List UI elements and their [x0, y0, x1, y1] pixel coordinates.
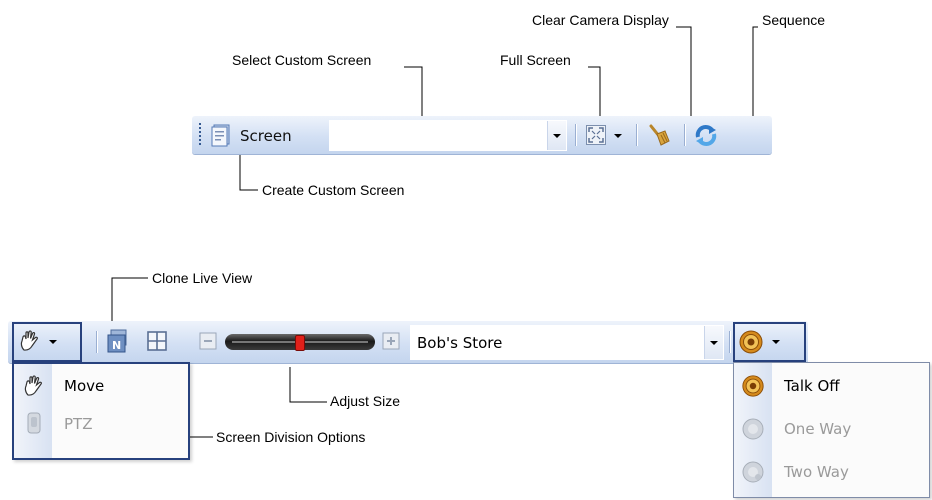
toolbar-grip[interactable]: [199, 123, 202, 147]
menu-item-label: One Way: [784, 420, 852, 438]
separator: [684, 124, 686, 146]
document-icon: [211, 124, 230, 147]
custom-screen-dropdown-button[interactable]: [547, 121, 566, 150]
store-dropdown-button[interactable]: [704, 326, 723, 359]
talk-frame: [733, 322, 806, 362]
callout-create-custom-screen: Create Custom Screen: [262, 182, 405, 198]
menu-item-move[interactable]: Move: [14, 368, 188, 404]
callout-full-screen: Full Screen: [500, 52, 571, 68]
menu-item-ptz[interactable]: PTZ: [14, 406, 188, 442]
zoom-in-button[interactable]: [382, 332, 400, 355]
ptz-camera-icon: [27, 412, 41, 434]
minus-icon: [199, 332, 217, 350]
toolbar-reference-figure: { "callouts": { "select_custom_screen": …: [0, 0, 932, 500]
store-select[interactable]: Bob's Store: [410, 325, 724, 360]
separator: [636, 124, 638, 146]
size-slider[interactable]: [224, 332, 376, 352]
menu-item-two-way[interactable]: Two Way: [734, 454, 929, 490]
menu-item-one-way[interactable]: One Way: [734, 411, 929, 447]
separator: [575, 124, 577, 146]
menu-item-label: Move: [64, 377, 105, 395]
grid-icon: [147, 331, 167, 351]
one-way-talk-icon: [742, 418, 764, 440]
chevron-down-icon: [710, 341, 718, 345]
menu-item-label: Talk Off: [784, 377, 840, 395]
zoom-out-button[interactable]: [199, 332, 217, 355]
talk-menu: Talk Off One Way Two Way: [733, 362, 930, 498]
broom-icon: [649, 124, 670, 146]
create-custom-screen-button[interactable]: [210, 123, 234, 152]
full-screen-button[interactable]: [585, 124, 607, 151]
separator: [96, 331, 98, 353]
callout-clear-camera-display: Clear Camera Display: [532, 12, 669, 28]
sequence-refresh-icon: [695, 125, 717, 146]
callout-clone-live-view: Clone Live View: [152, 270, 253, 286]
callout-select-custom-screen: Select Custom Screen: [232, 52, 372, 68]
fullscreen-icon: [586, 125, 606, 145]
menu-item-label: Two Way: [784, 463, 849, 481]
chevron-down-icon: [553, 134, 561, 138]
menu-item-talk-off[interactable]: Talk Off: [734, 368, 929, 404]
screen-toolbar: Screen: [192, 116, 772, 154]
two-way-talk-icon: [742, 461, 764, 483]
callout-sequence: Sequence: [762, 12, 826, 28]
clone-live-view-button[interactable]: N: [104, 328, 130, 359]
store-select-value: Bob's Store: [417, 334, 503, 352]
hand-icon: [24, 375, 42, 396]
screen-label: Screen: [240, 127, 292, 145]
separator: [729, 331, 731, 353]
clear-camera-display-button[interactable]: [646, 122, 672, 153]
speaker-icon: [742, 375, 764, 397]
plus-icon: [382, 332, 400, 350]
chevron-down-icon: [614, 134, 622, 138]
full-screen-dropdown[interactable]: [612, 124, 624, 146]
live-view-toolbar: N Bob's Store: [8, 321, 808, 363]
hand-mode-frame: [12, 322, 82, 362]
sequence-button[interactable]: [693, 123, 719, 152]
mode-menu: Move PTZ: [12, 362, 190, 460]
svg-text:N: N: [112, 339, 121, 352]
menu-item-label: PTZ: [64, 415, 93, 433]
screen-division-options-button[interactable]: [146, 330, 168, 357]
callout-screen-division-options: Screen Division Options: [216, 429, 366, 445]
size-slider-thumb[interactable]: [295, 335, 305, 351]
custom-screen-select[interactable]: [329, 120, 567, 151]
callout-adjust-size: Adjust Size: [330, 393, 401, 409]
clone-window-icon: N: [107, 329, 127, 353]
